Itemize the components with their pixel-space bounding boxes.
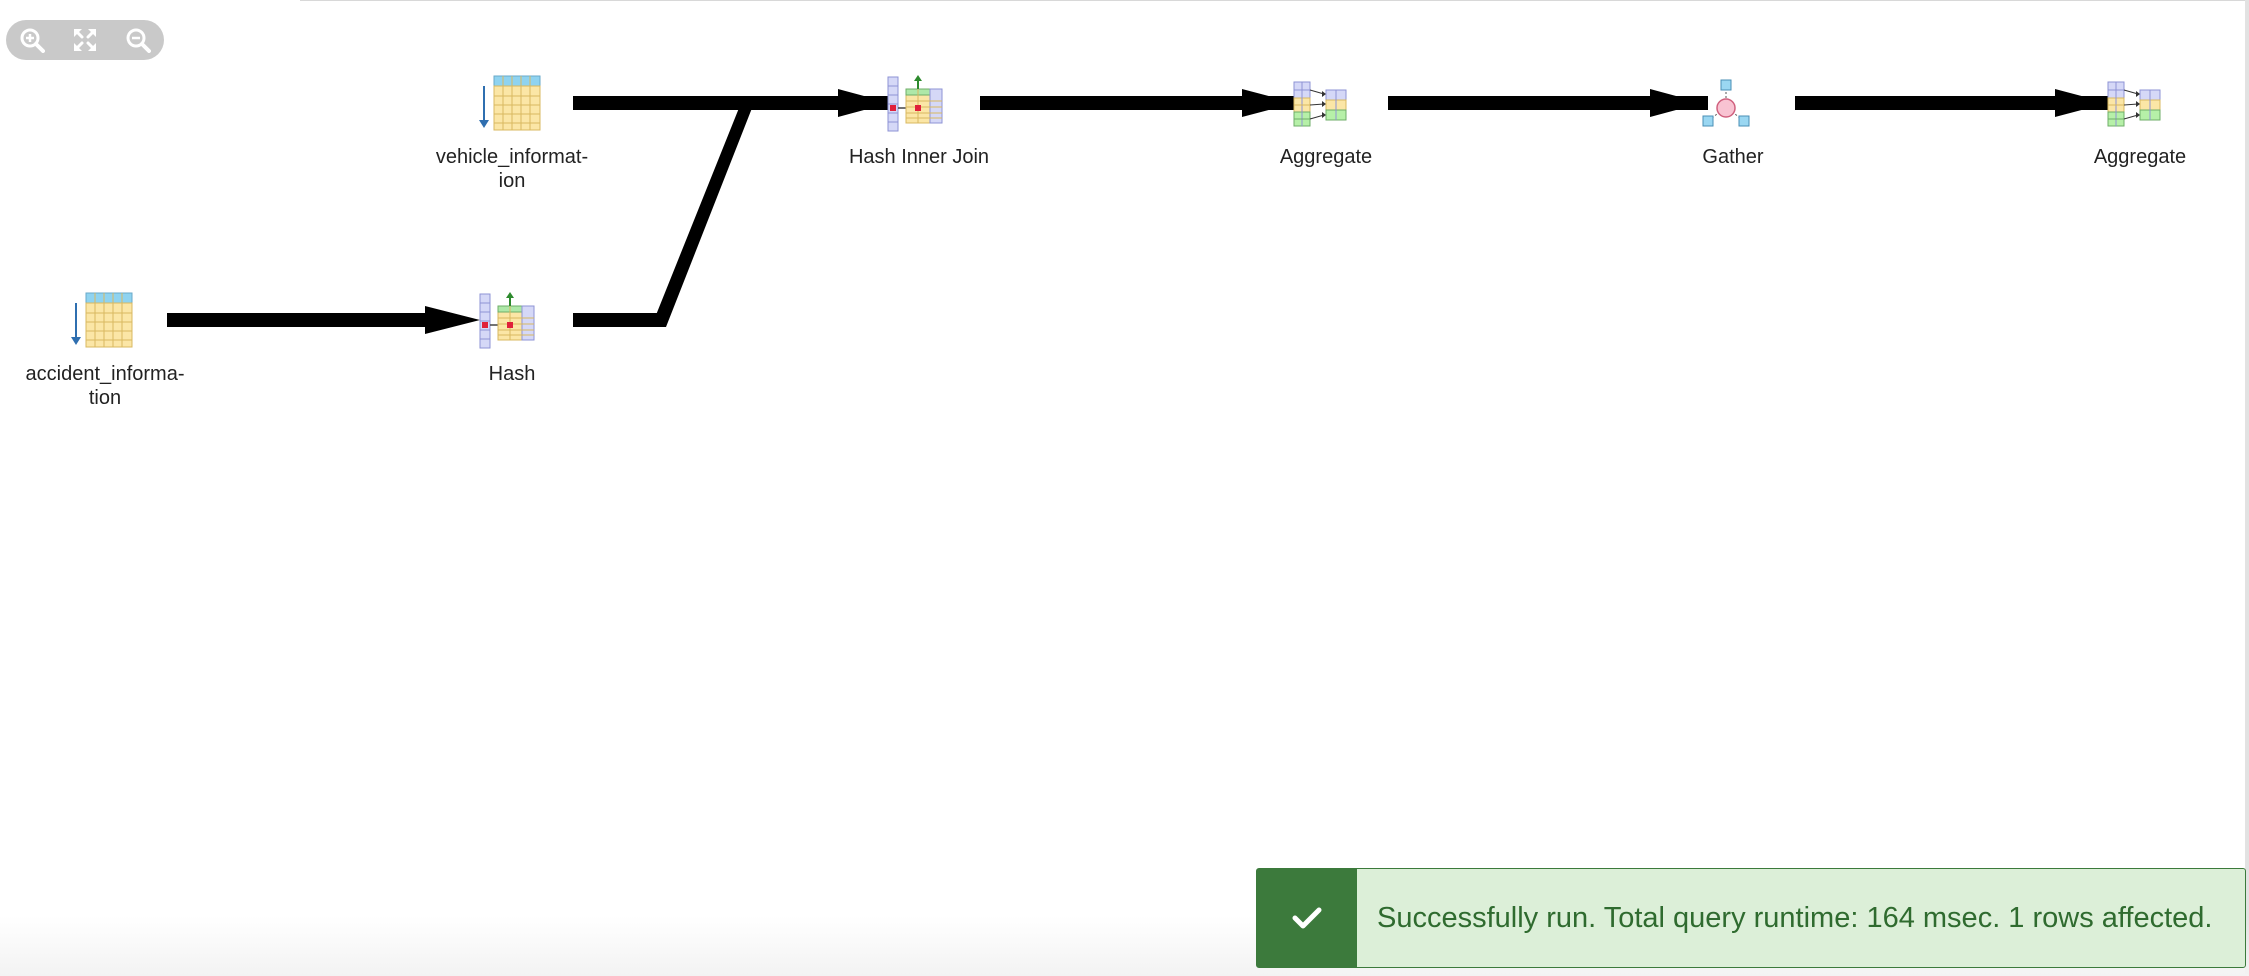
fit-to-screen-icon [73, 29, 96, 51]
zoom-out-icon [126, 28, 151, 53]
hash-icon [479, 291, 535, 349]
explain-canvas: vehicle_informat- ion accident_informa- … [0, 0, 2249, 976]
edge-hash-to-join-diagonal [654, 103, 754, 327]
query-plan-graph [70, 74, 2161, 349]
node-accident-information[interactable] [70, 292, 133, 348]
zoom-in-icon [20, 28, 46, 53]
success-toast[interactable]: Successfully run. Total query runtime: 1… [1256, 868, 2246, 968]
edge-arrowhead [1242, 89, 1295, 117]
edge-accident-to-hash [167, 313, 432, 327]
zoom-out-button[interactable] [118, 20, 158, 60]
table-scan-icon [478, 75, 541, 131]
vertical-scrollbar[interactable] [2245, 0, 2249, 976]
check-icon [1292, 907, 1322, 929]
node-aggregate-1[interactable] [1293, 81, 1347, 127]
node-label-aggregate-2: Aggregate [2093, 146, 2187, 168]
node-hash[interactable] [479, 291, 535, 349]
node-label-aggregate-1: Aggregate [1279, 146, 1373, 168]
toast-icon-box [1257, 869, 1357, 967]
edge-arrowhead [2055, 89, 2108, 117]
node-label-hash: Hash [488, 363, 536, 385]
node-label-vehicle: vehicle_informat- ion [435, 146, 589, 192]
node-vehicle-information[interactable] [478, 75, 541, 131]
aggregate-icon [2107, 81, 2161, 127]
gather-icon [1702, 79, 1750, 127]
fit-to-screen-button[interactable] [65, 20, 105, 60]
aggregate-icon [1293, 81, 1347, 127]
edge-arrowhead [1650, 89, 1702, 117]
edge-hash-to-join [573, 313, 661, 327]
node-label-accident: accident_informa- tion [25, 363, 185, 409]
edge-arrowhead [425, 306, 480, 334]
node-gather[interactable] [1702, 79, 1750, 127]
hash-join-icon [887, 74, 943, 132]
table-scan-icon [70, 292, 133, 348]
toast-message: Successfully run. Total query runtime: 1… [1377, 901, 2213, 934]
node-aggregate-2[interactable] [2107, 81, 2161, 127]
edge-arrowhead [838, 89, 890, 117]
node-label-gather: Gather [1702, 146, 1764, 168]
node-hash-inner-join[interactable] [887, 74, 943, 132]
zoom-in-button[interactable] [12, 20, 52, 60]
node-label-join: Hash Inner Join [848, 146, 990, 168]
zoom-controls [6, 20, 164, 60]
